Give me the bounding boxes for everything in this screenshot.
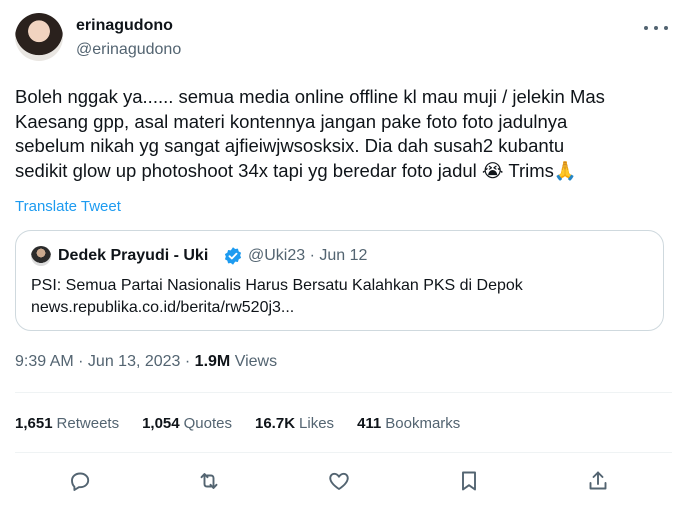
- stat-count: 411: [357, 415, 382, 432]
- avatar[interactable]: [15, 13, 63, 61]
- stat-quotes[interactable]: 1,054 Quotes: [142, 415, 232, 432]
- divider: [15, 452, 672, 453]
- more-icon[interactable]: [644, 19, 668, 37]
- stat-label: Quotes: [183, 415, 232, 432]
- views-count: 1.9M: [194, 353, 231, 370]
- quote-meta: @Uki23 · Jun 12: [248, 247, 368, 264]
- share-icon[interactable]: [580, 463, 616, 499]
- action-bar: [0, 463, 687, 499]
- stat-label: Likes: [299, 415, 335, 432]
- stat-count: 1,651: [15, 415, 53, 432]
- quote-text-line: PSI: Semua Partai Nasionalis Harus Bersa…: [31, 277, 523, 294]
- retweet-icon[interactable]: [191, 463, 227, 499]
- like-icon[interactable]: [321, 463, 357, 499]
- tweet-date[interactable]: Jun 13, 2023: [88, 353, 181, 370]
- bookmark-icon[interactable]: [451, 463, 487, 499]
- tweet-header: erinagudono @erinagudono: [15, 13, 672, 65]
- verified-badge-icon: [224, 247, 242, 265]
- stat-retweets[interactable]: 1,651 Retweets: [15, 415, 119, 432]
- stat-bookmarks[interactable]: 411 Bookmarks: [357, 415, 460, 432]
- reply-icon[interactable]: [62, 463, 98, 499]
- engagement-stats: 1,651 Retweets 1,054 Quotes 16.7K Likes 411…: [15, 415, 483, 432]
- quote-author-name: Dedek Prayudi - Uki: [58, 247, 209, 264]
- translate-tweet-link[interactable]: Translate Tweet: [15, 198, 121, 215]
- quote-avatar: [31, 246, 51, 266]
- stat-label: Bookmarks: [385, 415, 461, 432]
- quoted-tweet[interactable]: Dedek Prayudi - Uki @Uki23 · Jun 12 PSI:…: [15, 230, 664, 331]
- divider: [15, 392, 672, 393]
- author-name[interactable]: erinagudono: [76, 17, 173, 35]
- views-label: Views: [234, 353, 278, 370]
- stat-count: 1,054: [142, 415, 180, 432]
- tweet-timestamp: 9:39 AM · Jun 13, 2023 · 1.9M Views: [15, 353, 278, 370]
- quote-handle: @Uki23: [248, 247, 306, 264]
- quote-date: Jun 12: [319, 247, 368, 264]
- quote-link-line: news.republika.co.id/berita/rw520j3...: [31, 299, 295, 316]
- author-handle[interactable]: @erinagudono: [76, 41, 181, 59]
- stat-count: 16.7K: [255, 415, 296, 432]
- stat-label: Retweets: [56, 415, 120, 432]
- stat-likes[interactable]: 16.7K Likes: [255, 415, 334, 432]
- tweet-text: Boleh nggak ya...... semua media online …: [15, 86, 605, 181]
- quote-text: PSI: Semua Partai Nasionalis Harus Bersa…: [31, 275, 651, 319]
- tweet-time[interactable]: 9:39 AM: [15, 353, 74, 370]
